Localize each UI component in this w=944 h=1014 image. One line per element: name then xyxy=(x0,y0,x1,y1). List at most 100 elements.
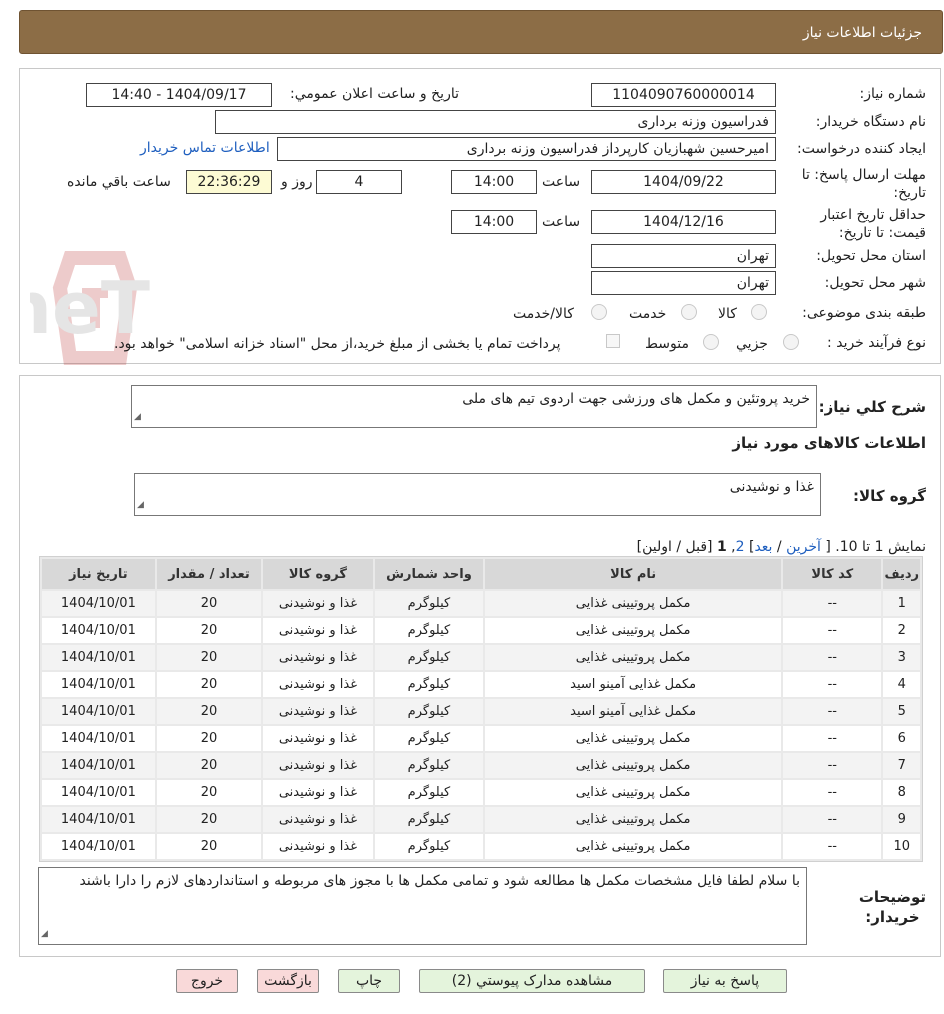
requester-label: ايجاد کننده درخواست: xyxy=(797,141,926,157)
pagination: نمایش 1 تا 10. [ آخرین / بعد] 2, 1 [قبل … xyxy=(637,539,926,555)
cell-unit: کیلوگرم xyxy=(374,618,484,643)
table-header-row: رديف کد کالا نام کالا واحد شمارش گروه کا… xyxy=(42,559,920,589)
table-row: 3 -- مکمل پروتیینی غذایی کیلوگرم غذا و نوشید… xyxy=(42,645,920,670)
buyer-notes-label: توضيحات خريدار: xyxy=(859,887,926,927)
need-number-label: شماره نیاز: xyxy=(859,86,927,102)
need-summary-field: خرید پروتئین و مکمل های ورزشی جهت اردوی … xyxy=(131,385,817,428)
category-radio-goods-service[interactable] xyxy=(591,304,607,320)
goods-info-title: اطلاعات کالاهای مورد نياز xyxy=(732,434,926,452)
pagination-bracket-open: [ xyxy=(825,539,831,555)
cell-need-date: 1404/10/01 xyxy=(42,780,155,805)
reply-deadline-label: مهلت ارسال پاسخ: تا تاريخ: xyxy=(802,166,926,202)
cell-goods-group: غذا و نوشیدنی xyxy=(263,753,373,778)
process-option-minor: جزيي xyxy=(736,336,768,352)
process-radio-medium[interactable] xyxy=(703,334,719,350)
cell-row-number: 5 xyxy=(883,699,920,724)
resize-grip-icon[interactable]: ◢ xyxy=(137,496,144,514)
page-title: جزئیات اطلاعات نیاز xyxy=(802,25,922,41)
province-field: تهران xyxy=(591,244,776,268)
cell-row-number: 4 xyxy=(883,672,920,697)
cell-goods-group: غذا و نوشیدنی xyxy=(263,726,373,751)
cell-unit: کیلوگرم xyxy=(374,807,484,832)
cell-goods-code: -- xyxy=(783,618,882,643)
category-option-goods: کالا xyxy=(718,306,737,322)
cell-goods-name: مکمل پروتیینی غذایی xyxy=(485,726,782,751)
cell-goods-code: -- xyxy=(783,834,882,859)
buyer-notes-field: با سلام لطفا فایل مشخصات مکمل ها مطالعه … xyxy=(38,867,807,945)
back-button[interactable]: بازگشت xyxy=(257,969,319,993)
col-header-quantity: تعداد / مقدار xyxy=(156,559,262,589)
reply-date-field: 1404/09/22 xyxy=(591,170,776,194)
cell-need-date: 1404/10/01 xyxy=(42,645,155,670)
cell-goods-name: مکمل غذایی آمینو اسید xyxy=(485,699,782,724)
buyer-notes-label-line1: توضيحات xyxy=(858,888,926,906)
cell-goods-group: غذا و نوشیدنی xyxy=(263,618,373,643)
reply-time-label: ساعت xyxy=(542,174,581,190)
cell-quantity: 20 xyxy=(156,726,262,751)
cell-goods-code: -- xyxy=(783,726,882,751)
print-button[interactable]: چاپ xyxy=(338,969,400,993)
cell-goods-group: غذا و نوشیدنی xyxy=(263,645,373,670)
category-option-service: خدمت xyxy=(629,306,667,322)
process-radio-minor[interactable] xyxy=(783,334,799,350)
cell-unit: کیلوگرم xyxy=(374,591,484,616)
treasury-payment-note: پرداخت تمام یا بخشی از مبلغ خرید،از محل … xyxy=(114,336,561,352)
table-row: 6 -- مکمل پروتیینی غذایی کیلوگرم غذا و نوشید… xyxy=(42,726,920,751)
price-validity-label-line2: قيمت: تا تاريخ: xyxy=(838,225,926,241)
goods-table: رديف کد کالا نام کالا واحد شمارش گروه کا… xyxy=(39,556,923,862)
pagination-page-1: 1 xyxy=(716,539,727,555)
cell-goods-name: مکمل پروتیینی غذایی xyxy=(485,834,782,859)
pagination-summary: نمایش 1 تا 10. xyxy=(835,539,926,555)
col-header-goods-code: کد کالا xyxy=(783,559,882,589)
category-label: طبقه بندی موضوعی: xyxy=(802,305,926,321)
cell-goods-name: مکمل پروتیینی غذایی xyxy=(485,807,782,832)
cell-quantity: 20 xyxy=(156,618,262,643)
view-attachments-button[interactable]: مشاهده مدارک پيوستي (2) xyxy=(419,969,645,993)
col-header-unit: واحد شمارش xyxy=(374,559,484,589)
cell-goods-group: غذا و نوشیدنی xyxy=(263,834,373,859)
cell-goods-group: غذا و نوشیدنی xyxy=(263,780,373,805)
cell-row-number: 2 xyxy=(883,618,920,643)
buyer-org-field: فدراسیون وزنه برداری xyxy=(215,110,776,134)
pagination-last-link[interactable]: آخرین xyxy=(786,539,821,555)
table-row: 1 -- مکمل پروتیینی غذایی کیلوگرم غذا و نوشید… xyxy=(42,591,920,616)
price-validity-label: حداقل تاريخ اعتبار قيمت: تا تاريخ: xyxy=(820,206,926,242)
pagination-prev-first: [قبل / اولین] xyxy=(636,539,713,555)
cell-unit: کیلوگرم xyxy=(374,726,484,751)
cell-quantity: 20 xyxy=(156,780,262,805)
reply-button[interactable]: پاسخ به نياز xyxy=(663,969,787,993)
cell-quantity: 20 xyxy=(156,807,262,832)
cell-need-date: 1404/10/01 xyxy=(42,618,155,643)
cell-goods-code: -- xyxy=(783,672,882,697)
category-radio-goods[interactable] xyxy=(751,304,767,320)
city-field: تهران xyxy=(591,271,776,295)
cell-goods-code: -- xyxy=(783,645,882,670)
cell-quantity: 20 xyxy=(156,672,262,697)
table-row: 8 -- مکمل پروتیینی غذایی کیلوگرم غذا و نوشید… xyxy=(42,780,920,805)
goods-table-body: 1 -- مکمل پروتیینی غذایی کیلوگرم غذا و نوشید… xyxy=(42,591,920,859)
cell-need-date: 1404/10/01 xyxy=(42,699,155,724)
price-validity-time-field: 14:00 xyxy=(451,210,537,234)
treasury-payment-checkbox[interactable] xyxy=(606,334,620,348)
goods-group-label: گروه کالا: xyxy=(853,487,926,505)
resize-grip-icon[interactable]: ◢ xyxy=(41,925,48,943)
goods-group-text: غذا و نوشیدنی xyxy=(729,479,814,495)
category-radio-service[interactable] xyxy=(681,304,697,320)
resize-grip-icon[interactable]: ◢ xyxy=(134,408,141,426)
price-validity-time-label: ساعت xyxy=(542,214,581,230)
cell-goods-name: مکمل پروتیینی غذایی xyxy=(485,753,782,778)
cell-row-number: 9 xyxy=(883,807,920,832)
cell-row-number: 7 xyxy=(883,753,920,778)
buyer-notes-label-line2: خريدار: xyxy=(865,908,920,926)
pagination-next-link[interactable]: بعد xyxy=(754,539,772,555)
cell-goods-name: مکمل غذایی آمینو اسید xyxy=(485,672,782,697)
cell-row-number: 3 xyxy=(883,645,920,670)
buyer-contact-link[interactable]: اطلاعات تماس خريدار xyxy=(140,140,270,156)
cell-goods-group: غذا و نوشیدنی xyxy=(263,672,373,697)
col-header-row-number: رديف xyxy=(883,559,920,589)
exit-button[interactable]: خروج xyxy=(176,969,238,993)
cell-need-date: 1404/10/01 xyxy=(42,753,155,778)
buyer-notes-text: با سلام لطفا فایل مشخصات مکمل ها مطالعه … xyxy=(79,873,800,889)
pagination-page-2[interactable]: 2 xyxy=(736,539,745,555)
table-row: 9 -- مکمل پروتیینی غذایی کیلوگرم غذا و نوشید… xyxy=(42,807,920,832)
